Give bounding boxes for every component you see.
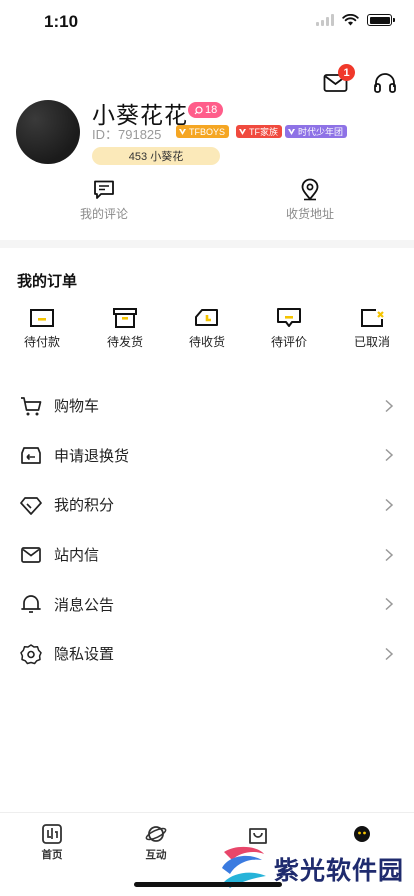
fan-tag-tfboys[interactable]: TFBOYS (176, 125, 230, 138)
order-pending-shipment[interactable]: 待发货 (95, 306, 155, 350)
watermark-text: 紫光软件园 (274, 857, 405, 885)
level-badge: 18 (188, 102, 224, 118)
chevron-right-icon (385, 548, 394, 561)
orders-title: 我的订单 (17, 273, 78, 290)
fan-tag-tf-family[interactable]: TF家族 (236, 125, 282, 138)
wallet-icon (30, 309, 54, 327)
menu-item-announcements[interactable]: 消息公告 (0, 579, 414, 629)
menu-item-inbox[interactable]: 站内信 (0, 530, 414, 580)
section-divider (0, 240, 414, 248)
status-time: 1:10 (44, 12, 79, 31)
level-icon (194, 105, 203, 114)
signal-icon (316, 14, 334, 26)
box-icon (113, 308, 137, 328)
chevron-right-icon (385, 498, 394, 512)
planet-icon (145, 826, 167, 842)
my-comments-label: 我的评论 (79, 207, 128, 221)
chevron-right-icon (385, 647, 394, 660)
heart-v-icon (239, 129, 246, 135)
chevron-right-icon (385, 449, 394, 462)
bell-icon (21, 595, 41, 614)
order-pending-payment[interactable]: 待付款 (12, 306, 72, 350)
tab-home[interactable]: 首页 (22, 823, 82, 862)
fan-count-pill[interactable]: 453 小葵花 (92, 147, 220, 165)
return-icon (21, 447, 41, 465)
wifi-icon (342, 14, 359, 26)
fan-tag-tnt[interactable]: 时代少年团 (285, 125, 348, 138)
review-icon (277, 308, 301, 327)
gear-icon (20, 644, 42, 665)
chevron-right-icon (385, 598, 394, 611)
tab-interaction[interactable]: 互动 (126, 823, 186, 862)
battery-icon (367, 14, 395, 26)
home-indicator (134, 882, 282, 887)
user-id: ID：791825 (92, 127, 162, 142)
cart-icon (21, 396, 42, 416)
menu-item-privacy[interactable]: 隐私设置 (0, 629, 414, 679)
heart-v-icon (288, 129, 295, 135)
settings-menu: 购物车 申请退换货 我的积分 站内信 消息公告 隐私设置 (0, 381, 414, 679)
menu-item-cart[interactable]: 购物车 (0, 381, 414, 431)
profile-face-icon (354, 826, 370, 842)
shipping-address-link[interactable]: 收货地址 (260, 178, 360, 222)
level-value: 18 (205, 104, 218, 116)
location-pin-icon (301, 178, 319, 201)
order-pending-receipt[interactable]: 待收货 (177, 306, 237, 350)
menu-item-returns[interactable]: 申请退换货 (0, 431, 414, 481)
headset-icon[interactable] (373, 72, 397, 94)
menu-item-points[interactable]: 我的积分 (0, 480, 414, 530)
avatar[interactable] (16, 100, 80, 164)
comment-icon (94, 180, 114, 199)
heart-v-icon (179, 129, 186, 135)
status-icons (316, 14, 395, 26)
order-cancelled[interactable]: 已取消 (342, 306, 402, 350)
truck-icon (195, 309, 218, 326)
diamond-icon (20, 497, 42, 515)
tab-profile[interactable] (332, 823, 392, 847)
shipping-address-label: 收货地址 (285, 207, 334, 221)
order-pending-review[interactable]: 待评价 (259, 306, 319, 350)
envelope-icon (21, 546, 41, 563)
cancelled-icon (361, 309, 384, 327)
my-comments-link[interactable]: 我的评论 (54, 178, 154, 222)
home-icon (42, 824, 62, 844)
chevron-right-icon (385, 399, 394, 412)
mail-badge: 1 (338, 64, 355, 81)
